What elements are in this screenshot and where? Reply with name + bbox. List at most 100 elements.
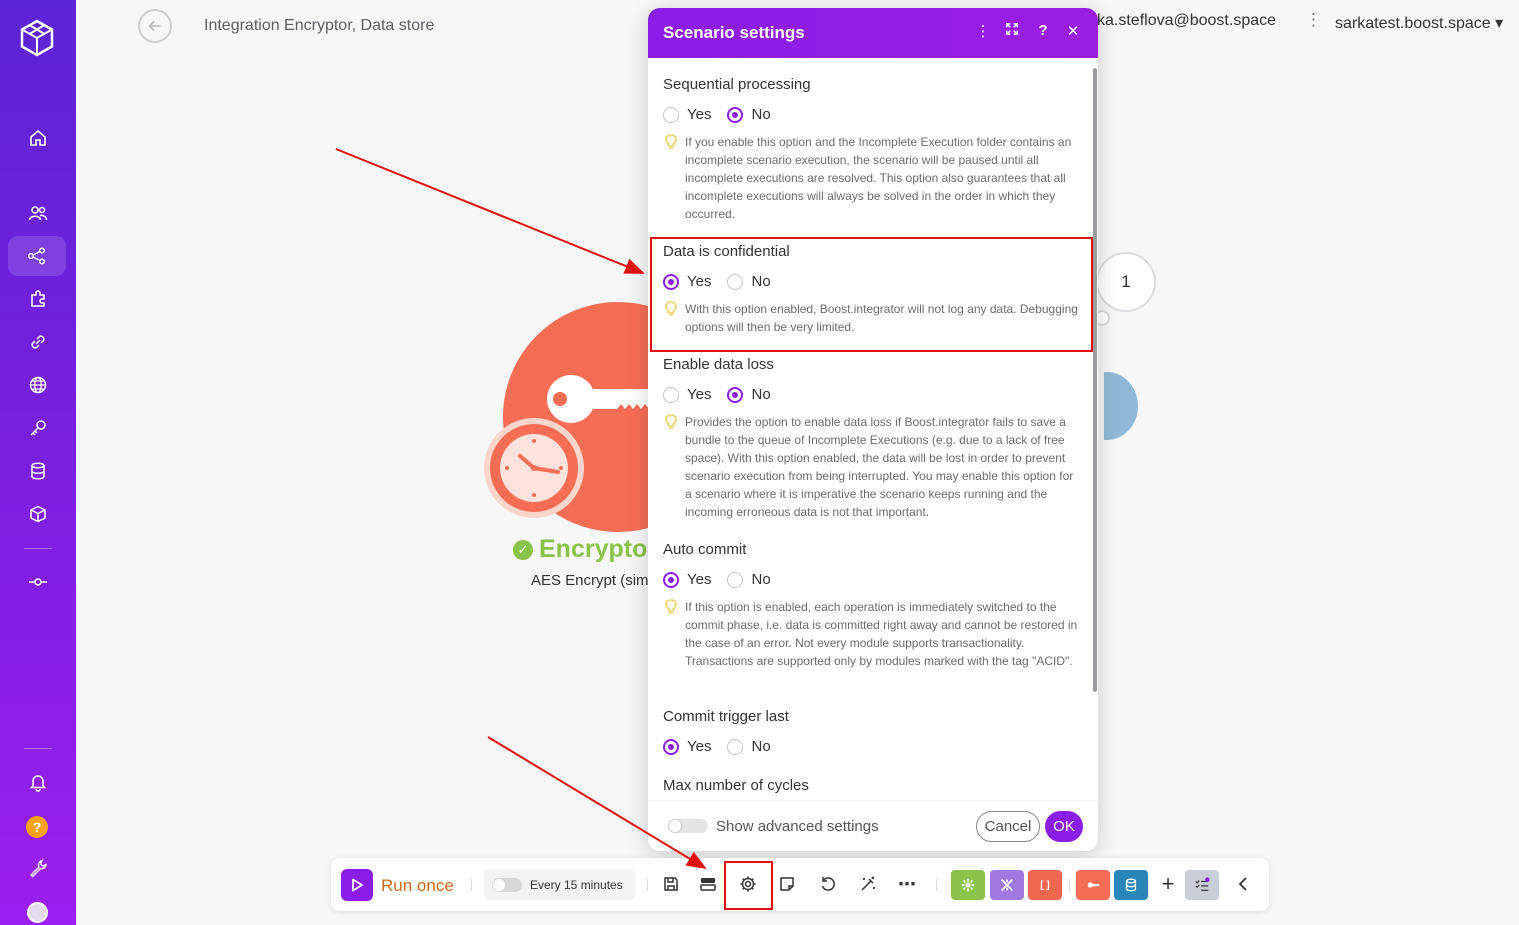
toolbar-divider (936, 879, 937, 891)
globe-icon[interactable] (18, 365, 58, 405)
data-store-tile-icon[interactable] (1114, 870, 1148, 900)
dialog-body: Sequential processing Yes No If you enab… (648, 58, 1098, 800)
text-parser-tile-icon[interactable]: [ ] (1028, 870, 1062, 900)
magic-wand-icon[interactable] (857, 873, 879, 895)
commit-trigger-last-label: Commit trigger last (663, 708, 789, 725)
schedule-label[interactable]: Every 15 minutes (530, 878, 623, 892)
schedule-control[interactable]: Every 15 minutes (484, 869, 635, 901)
auto-commit-radio-group: Yes No (663, 571, 787, 588)
module-subtitle: AES Encrypt (simp (531, 572, 657, 589)
highlight-settings-button (724, 861, 773, 910)
toolbar-divider (471, 879, 472, 891)
sidebar: ? (0, 0, 76, 925)
auto-commit-label: Auto commit (663, 541, 747, 558)
commit-trigger-last-yes-radio[interactable] (663, 738, 679, 755)
run-once-button[interactable] (341, 869, 373, 901)
auto-commit-yes-radio[interactable] (663, 571, 679, 588)
commit-trigger-last-no-radio[interactable] (727, 738, 744, 755)
ok-button[interactable]: OK (1045, 811, 1083, 842)
sequential-processing-no-radio[interactable] (727, 106, 744, 123)
enable-data-loss-radio-group: Yes No (663, 386, 787, 403)
commit-node-icon[interactable] (18, 562, 58, 602)
sequential-processing-label: Sequential processing (663, 76, 811, 93)
key-icon[interactable] (18, 408, 58, 448)
dialog-title: Scenario settings (663, 23, 805, 42)
enable-data-loss-no-radio[interactable] (727, 386, 744, 403)
notes-icon[interactable] (776, 873, 798, 895)
avatar[interactable] (27, 902, 48, 923)
enable-data-loss-yes-radio[interactable] (663, 386, 679, 403)
connections-link-icon[interactable] (18, 322, 58, 362)
toolbar-divider (647, 879, 648, 891)
save-icon[interactable] (660, 873, 682, 895)
sidebar-divider (24, 748, 52, 749)
bell-icon[interactable] (18, 762, 58, 802)
radio-yes-label[interactable]: Yes (687, 571, 711, 588)
commit-trigger-last-radio-group: Yes No (663, 738, 787, 755)
kebab-menu-icon[interactable]: ⋮ (973, 22, 993, 40)
key-icon (547, 375, 655, 423)
tools-gear-tile-icon[interactable] (951, 870, 985, 900)
encryptor-tile-icon[interactable] (1076, 870, 1110, 900)
run-once-label[interactable]: Run once (381, 876, 454, 896)
more-options-icon[interactable]: ⋯ (896, 873, 918, 895)
dialog-footer: Show advanced settings Cancel OK (648, 800, 1098, 851)
flow-control-tile-icon[interactable] (990, 870, 1024, 900)
back-button[interactable] (138, 9, 172, 43)
dialog-header: Scenario settings ⋮ ? ✕ (648, 8, 1098, 58)
highlight-data-confidential (650, 237, 1093, 352)
kebab-menu-icon[interactable]: ⋮ (1305, 10, 1322, 30)
scenario-settings-dialog: Scenario settings ⋮ ? ✕ Sequential proce… (648, 8, 1098, 851)
enable-data-loss-hint: Provides the option to enable data loss … (685, 415, 1074, 519)
radio-no-label[interactable]: No (751, 738, 770, 755)
play-icon (352, 878, 363, 892)
scenario-toolbar: Run once Every 15 minutes ⋯ [ ] + (331, 858, 1269, 911)
lightbulb-icon (665, 599, 677, 615)
module-title: ✓ Encrypto (513, 535, 647, 564)
home-icon[interactable] (18, 118, 58, 158)
operations-count-bubble[interactable]: 1 (1096, 252, 1156, 312)
check-icon: ✓ (513, 540, 533, 561)
boost-logo-icon[interactable] (17, 18, 57, 58)
auto-commit-hint: If this option is enabled, each operatio… (685, 600, 1078, 668)
blueprint-icon[interactable] (697, 873, 719, 895)
radio-yes-label[interactable]: Yes (687, 738, 711, 755)
toolbar-divider (1069, 879, 1070, 891)
radio-no-label[interactable]: No (751, 386, 770, 403)
cancel-button[interactable]: Cancel (976, 811, 1040, 842)
collapse-chevron-left-icon[interactable] (1233, 873, 1255, 895)
sidebar-divider (24, 548, 52, 549)
enable-data-loss-label: Enable data loss (663, 356, 774, 373)
organization-selector[interactable]: sarkatest.boost.space ▾ (1335, 13, 1503, 33)
help-icon[interactable]: ? (26, 816, 48, 838)
radio-no-label[interactable]: No (751, 106, 770, 123)
lightbulb-icon (665, 134, 677, 150)
users-icon[interactable] (18, 193, 58, 233)
max-cycles-label: Max number of cycles (663, 777, 809, 794)
schedule-clock-icon[interactable] (484, 418, 584, 518)
scheduling-toggle[interactable] (492, 878, 522, 892)
checklist-tile-icon[interactable] (1185, 870, 1219, 900)
radio-yes-label[interactable]: Yes (687, 386, 711, 403)
expand-icon[interactable] (1002, 22, 1022, 40)
advanced-settings-toggle[interactable] (668, 819, 708, 833)
help-icon[interactable]: ? (1033, 22, 1053, 39)
advanced-settings-label[interactable]: Show advanced settings (716, 818, 879, 835)
scenarios-icon[interactable] (8, 236, 66, 276)
wrench-icon[interactable] (18, 848, 58, 888)
box-icon[interactable] (18, 494, 58, 534)
text-parser-glyph: [ ] (1040, 879, 1050, 891)
arrow-to-confidential (335, 148, 645, 274)
sequential-processing-hint: If you enable this option and the Incomp… (685, 135, 1072, 221)
auto-commit-no-radio[interactable] (727, 571, 744, 588)
puzzle-icon[interactable] (18, 279, 58, 319)
undo-icon[interactable] (817, 873, 839, 895)
user-email[interactable]: ka.steflova@boost.space (1097, 12, 1276, 30)
radio-yes-label[interactable]: Yes (687, 106, 711, 123)
dialog-scrollbar[interactable] (1093, 68, 1097, 692)
add-plus-icon[interactable]: + (1157, 871, 1179, 896)
close-icon[interactable]: ✕ (1063, 22, 1083, 40)
sequential-processing-yes-radio[interactable] (663, 106, 679, 123)
data-store-icon[interactable] (18, 451, 58, 491)
radio-no-label[interactable]: No (751, 571, 770, 588)
